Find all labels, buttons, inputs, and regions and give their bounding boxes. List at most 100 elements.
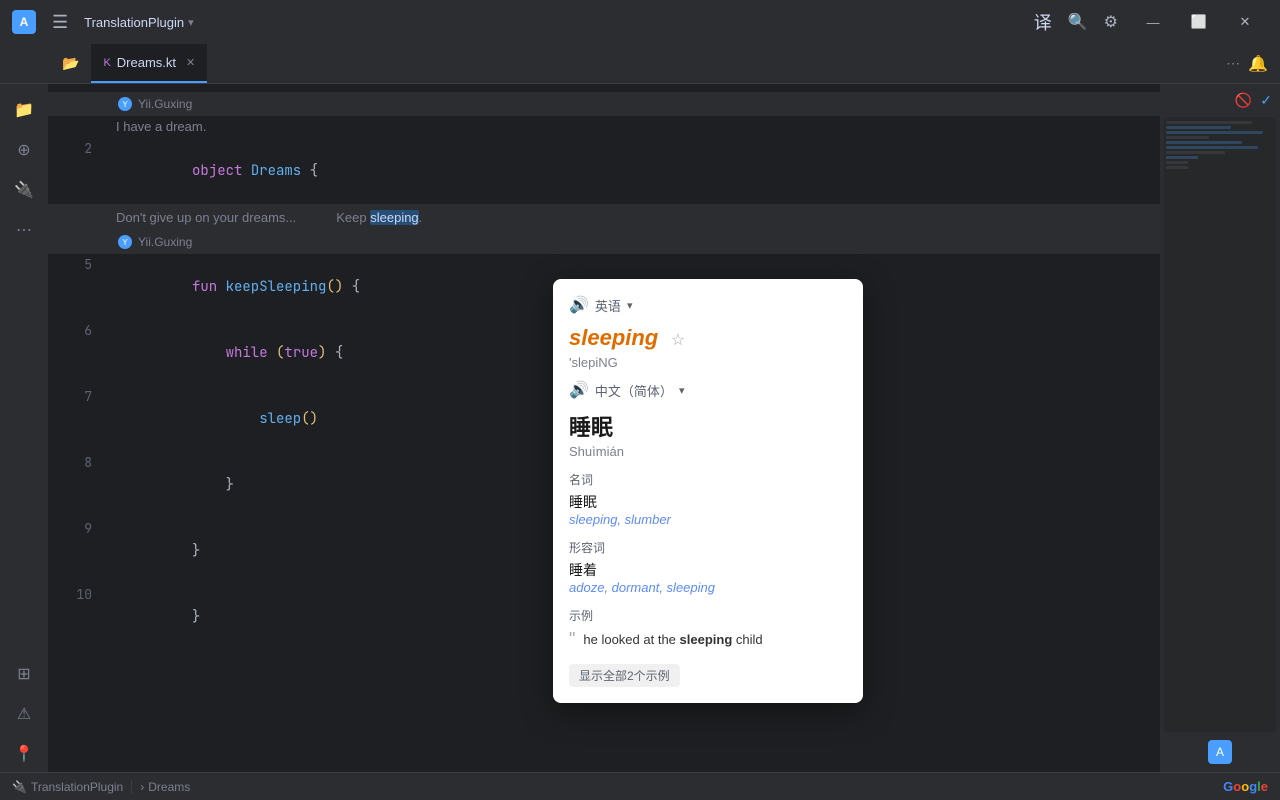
statusbar: 🔌 TranslationPlugin › Dreams Google [0,772,1280,800]
dict-main-translation: 睡眠 [569,410,847,442]
eye-slash-icon[interactable]: 🚫 [1235,92,1252,109]
minimap-line [1166,141,1242,144]
minimap-line [1166,166,1188,169]
line-number-2: 2 [48,138,108,160]
minimap-lines [1164,117,1276,173]
minimap-line [1166,151,1225,154]
dict-star-button[interactable]: ☆ [671,332,685,349]
suggestion-text-1: Don't give up on your dreams... [116,210,296,225]
google-logo: Google [1223,779,1268,794]
maximize-button[interactable]: ⬜ [1176,0,1222,44]
dict-example-section: 示例 " he looked at the sleeping child [569,607,847,650]
app-logo: A [12,10,36,34]
sidebar-item-folder[interactable]: 📁 [6,92,42,128]
line-number-5: 5 [48,254,108,276]
plugin-label: TranslationPlugin [31,780,123,794]
title-dropdown-arrow[interactable]: ▾ [188,16,194,29]
dict-noun-en: sleeping, slumber [569,512,847,527]
statusbar-right: Google [1223,779,1268,794]
sidebar-item-plugins[interactable]: 🔌 [6,172,42,208]
app-title: TranslationPlugin ▾ [84,15,194,30]
statusbar-plugin[interactable]: 🔌 TranslationPlugin [12,780,123,794]
tabbar-actions: ⋯ 🔔 [1214,44,1280,83]
tabbar: 📂 K Dreams.kt ✕ ⋯ 🔔 [0,44,1280,84]
sidebar-icons: 📁 ⊕ 🔌 ⋯ ⊞ ⚠ 📍 [0,84,48,772]
sidebar-item-more[interactable]: ⋯ [6,212,42,248]
check-icon[interactable]: ✓ [1260,92,1272,109]
dictionary-popup: 🔊 英语 ▾ sleeping ☆ 'slepiNG 🔊 中文（简体） ▾ 睡眠… [553,279,863,703]
settings-icon[interactable]: ⚙ [1104,12,1118,32]
dict-adj-cn: 睡着 [569,560,847,580]
sidebar-item-problems[interactable]: ⚠ [6,696,42,732]
line-content-2: object Dreams { [108,138,1160,204]
breadcrumb-page: Dreams [148,780,190,794]
search-icon[interactable]: 🔍 [1068,12,1088,32]
close-button[interactable]: ✕ [1222,0,1268,44]
minimap-line [1166,146,1258,149]
menu-icon[interactable]: ☰ [48,8,72,37]
dict-example-text: he looked at the sleeping child [583,630,762,650]
source-lang-row: 🔊 英语 ▾ [569,295,847,315]
comment-author-1: Yii.Guxing [138,97,192,111]
dict-noun-section: 名词 睡眠 sleeping, slumber [569,471,847,527]
dict-adj-section: 形容词 睡着 adoze, dormant, sleeping [569,539,847,595]
source-speaker-icon[interactable]: 🔊 [569,295,589,315]
suggestion-line: Don't give up on your dreams... Keep sle… [48,204,1160,230]
plugin-icon: 🔌 [12,780,27,794]
comment-popup-1: Y Yii.Guxing [48,92,1160,116]
tab-dreams-kt[interactable]: K Dreams.kt ✕ [91,44,207,83]
titlebar-actions: 译 🔍 ⚙ [1034,9,1118,35]
main-layout: 📁 ⊕ 🔌 ⋯ ⊞ ⚠ 📍 Y Yii.Guxing I have a drea… [0,84,1280,772]
source-lang-dropdown[interactable]: ▾ [627,299,633,312]
minimap-line [1166,136,1209,139]
comment-author-avatar-2: Y [118,235,132,249]
dict-word-row: sleeping ☆ [569,325,847,351]
dict-pinyin: Shuìmián [569,444,847,459]
sidebar-item-add[interactable]: ⊕ [6,132,42,168]
sidebar-item-terminal[interactable]: ⊞ [6,656,42,692]
comment-text-1: I have a dream. [48,116,1160,138]
sidebar-item-location[interactable]: 📍 [6,736,42,772]
breadcrumb-arrow: › [140,780,144,794]
editor-container: Y Yii.Guxing I have a dream. 2 object Dr… [48,84,1160,772]
dict-quote-icon: " [569,630,575,648]
target-speaker-icon[interactable]: 🔊 [569,380,589,400]
dict-word: sleeping [569,325,658,350]
statusbar-breadcrumb[interactable]: › Dreams [140,780,190,794]
comment-popup-2: Y Yii.Guxing [48,230,1160,254]
minimap-line [1166,121,1252,124]
minimap-line [1166,161,1188,164]
right-panel-icons: 🚫 ✓ [1164,88,1276,113]
target-lang-label: 中文（简体） [595,381,673,400]
tab-close-button[interactable]: ✕ [186,56,195,69]
dict-show-more-button[interactable]: 显示全部2个示例 [569,664,680,687]
tabs-more-icon[interactable]: ⋯ [1226,55,1240,72]
notification-bell[interactable]: 🔔 [1248,54,1268,74]
minimize-button[interactable]: — [1130,0,1176,44]
line-number-6: 6 [48,320,108,342]
dict-adj-label: 形容词 [569,539,847,556]
source-lang-label: 英语 [595,296,621,315]
comment-author-avatar-1: Y [118,97,132,111]
code-line-2: 2 object Dreams { [48,138,1160,204]
minimap [1164,117,1276,732]
translate-icon[interactable]: 译 [1034,9,1052,35]
target-lang-dropdown[interactable]: ▾ [679,384,685,397]
window-controls: — ⬜ ✕ [1130,0,1268,44]
minimap-line [1166,156,1198,159]
suggestion-text-keep: Keep sleeping. [336,210,422,225]
translate-sidebar-icon[interactable]: A [1208,740,1232,764]
line-number-8: 8 [48,452,108,474]
dict-example-row: " he looked at the sleeping child [569,630,847,650]
file-tree-toggle[interactable]: 📂 [50,44,91,83]
tab-file-type-icon: K [103,57,110,69]
titlebar: A ☰ TranslationPlugin ▾ 译 🔍 ⚙ — ⬜ ✕ [0,0,1280,44]
target-lang-row: 🔊 中文（简体） ▾ [569,380,847,400]
dict-example-label: 示例 [569,607,847,624]
line-number-9: 9 [48,518,108,540]
right-panel: 🚫 ✓ A [1160,84,1280,772]
statusbar-sep-1 [131,780,132,794]
line-number-10: 10 [48,584,108,606]
comment-author-2: Yii.Guxing [138,235,192,249]
tab-label: Dreams.kt [117,55,176,70]
